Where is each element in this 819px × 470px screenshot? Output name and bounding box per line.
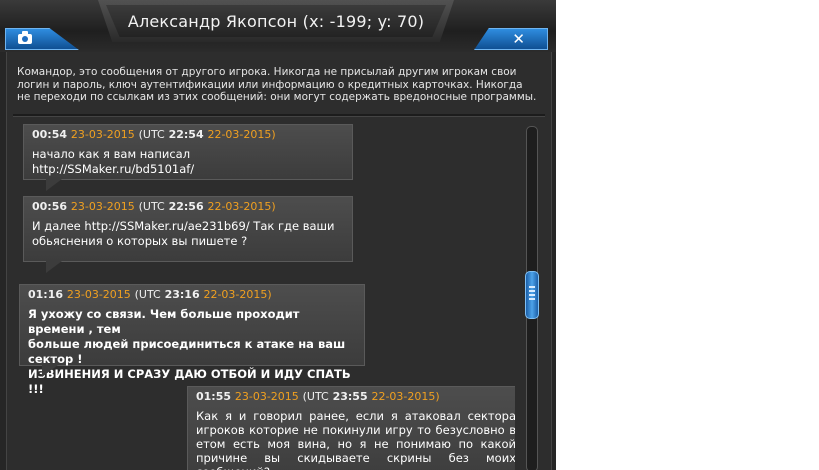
message-bubble: 01:55 23-03-2015 (UTC 23:55 22-03-2015) … bbox=[187, 386, 515, 470]
message-line: обьяснения о которых вы пишете ? bbox=[32, 234, 248, 248]
message-bubble: 01:16 23-03-2015 (UTC 23:16 22-03-2015) … bbox=[19, 284, 365, 396]
utc-label: (UTC bbox=[134, 288, 161, 301]
utc-label: (UTC bbox=[302, 390, 329, 403]
utc-time: 22:56 bbox=[168, 200, 204, 213]
message-list[interactable]: 00:54 23-03-2015 (UTC 22:54 22-03-2015) … bbox=[19, 124, 515, 470]
close-icon: ✕ bbox=[512, 30, 525, 48]
window-header: Александр Якопсон (x: -199; y: 70) ✕ bbox=[0, 0, 556, 52]
message-panel: Командор, это сообщения от другого игрок… bbox=[6, 52, 552, 470]
message-line: начало как я вам написал http://SSMaker.… bbox=[32, 147, 195, 176]
message-meta: 00:54 23-03-2015 (UTC 22:54 22-03-2015) bbox=[32, 128, 344, 141]
utc-label: (UTC bbox=[138, 128, 165, 141]
camera-icon bbox=[18, 31, 32, 44]
utc-date: 22-03-2015) bbox=[207, 200, 276, 213]
message-date: 23-03-2015 bbox=[66, 288, 131, 301]
message-meta: 01:55 23-03-2015 (UTC 23:55 22-03-2015) bbox=[196, 390, 515, 403]
utc-date: 22-03-2015) bbox=[371, 390, 440, 403]
message-line: И далее http://SSMaker.ru/ae231b69/ Так … bbox=[32, 219, 335, 233]
message-time: 00:56 bbox=[32, 200, 68, 213]
message-time: 00:54 bbox=[32, 128, 68, 141]
close-button[interactable]: ✕ bbox=[474, 28, 548, 50]
security-warning: Командор, это сообщения от другого игрок… bbox=[17, 66, 537, 103]
utc-time: 23:55 bbox=[332, 390, 368, 403]
message-date: 23-03-2015 bbox=[234, 390, 299, 403]
utc-date: 22-03-2015) bbox=[203, 288, 272, 301]
message-text: Я ухожу со связи. Чем больше проходит вр… bbox=[28, 307, 356, 397]
utc-time: 22:54 bbox=[168, 128, 204, 141]
message-date: 23-03-2015 bbox=[70, 128, 135, 141]
message-line: Как я и говорил ранее, если я атаковал с… bbox=[196, 409, 515, 470]
message-bubble: 00:54 23-03-2015 (UTC 22:54 22-03-2015) … bbox=[23, 124, 353, 191]
message-time: 01:55 bbox=[196, 390, 232, 403]
message-meta: 00:56 23-03-2015 (UTC 22:56 22-03-2015) bbox=[32, 200, 344, 213]
utc-time: 23:16 bbox=[164, 288, 200, 301]
message-text: Как я и говорил ранее, если я атаковал с… bbox=[196, 409, 515, 470]
message-text: начало как я вам написал http://SSMaker.… bbox=[32, 147, 344, 177]
utc-date: 22-03-2015) bbox=[207, 128, 276, 141]
message-time: 01:16 bbox=[28, 288, 64, 301]
message-text: И далее http://SSMaker.ru/ae231b69/ Так … bbox=[32, 219, 344, 249]
scrollbar-thumb[interactable] bbox=[525, 271, 539, 319]
message-date: 23-03-2015 bbox=[70, 200, 135, 213]
window-title: Александр Якопсон (x: -199; y: 70) bbox=[127, 11, 425, 31]
title-plate: Александр Якопсон (x: -199; y: 70) bbox=[98, 0, 454, 42]
message-meta: 01:16 23-03-2015 (UTC 23:16 22-03-2015) bbox=[28, 288, 356, 301]
message-line: больше людей присоединиться к атаке на в… bbox=[28, 337, 346, 366]
divider bbox=[13, 114, 545, 117]
message-bubble: 00:56 23-03-2015 (UTC 22:56 22-03-2015) … bbox=[23, 196, 353, 273]
utc-label: (UTC bbox=[138, 200, 165, 213]
screenshot-button[interactable] bbox=[5, 28, 79, 50]
message-window: Александр Якопсон (x: -199; y: 70) ✕ Ком… bbox=[0, 0, 556, 470]
scrollbar-track[interactable] bbox=[525, 126, 539, 470]
message-line: Я ухожу со связи. Чем больше проходит вр… bbox=[28, 307, 300, 336]
